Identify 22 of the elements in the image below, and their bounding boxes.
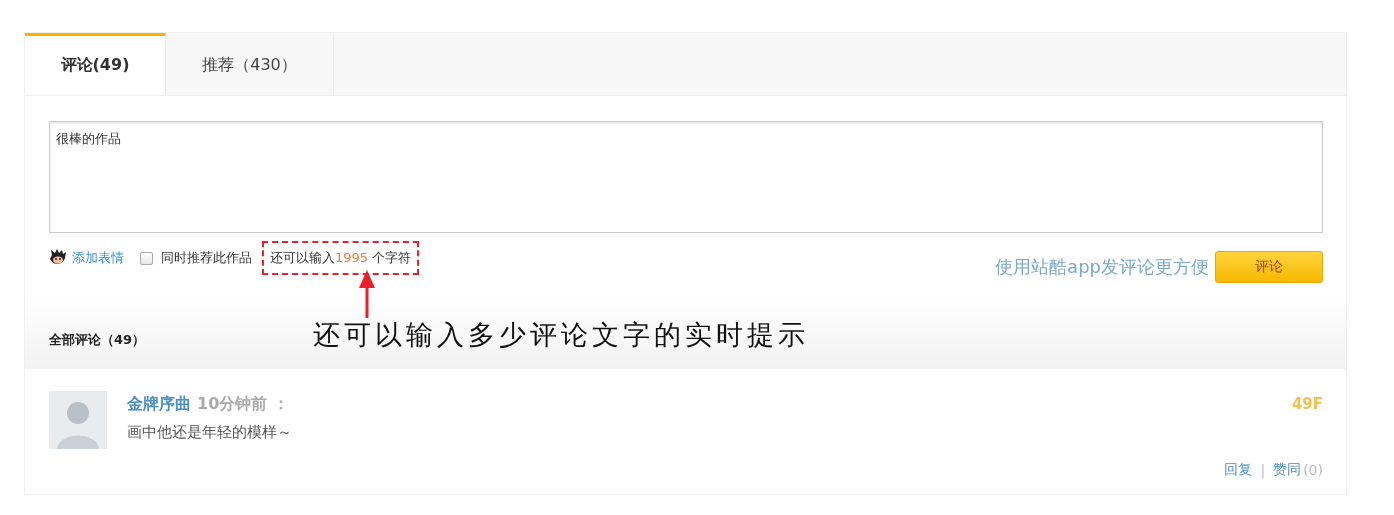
char-counter: 还可以输入1995 个字符 <box>262 241 420 275</box>
checkbox[interactable] <box>140 251 153 265</box>
floor-number: 49F <box>1291 395 1323 413</box>
submit-button[interactable]: 评论 <box>1215 251 1323 283</box>
comment-input-field[interactable]: 很棒的作品 <box>49 121 1323 233</box>
comment-time: 10分钟前 ： <box>197 394 289 415</box>
smiley-icon <box>49 249 67 267</box>
app-hint-link[interactable]: 使用站酷app发评论更方便 <box>995 255 1209 279</box>
tab[interactable]: 评论(49) <box>25 33 166 95</box>
reply-link[interactable]: 回复 <box>1224 461 1253 479</box>
tab[interactable]: 推荐（430） <box>166 33 334 95</box>
avatar <box>49 391 107 449</box>
section-title: 全部评论（49） <box>49 331 146 349</box>
like-count: (0) <box>1303 462 1323 478</box>
annotation-arrow <box>358 270 376 318</box>
like-link[interactable]: 赞同 <box>1273 461 1302 479</box>
separator: | <box>1260 462 1266 478</box>
comment-text: 画中他还是年轻的模样～ <box>127 423 293 442</box>
checkbox-label: 同时推荐此作品 <box>161 249 252 267</box>
annotation-note: 还可以输入多少评论文字的实时提示 <box>313 318 809 352</box>
author-link[interactable]: 金牌序曲 <box>127 394 191 415</box>
add-emoji-link[interactable]: 添加表情 <box>72 249 124 267</box>
